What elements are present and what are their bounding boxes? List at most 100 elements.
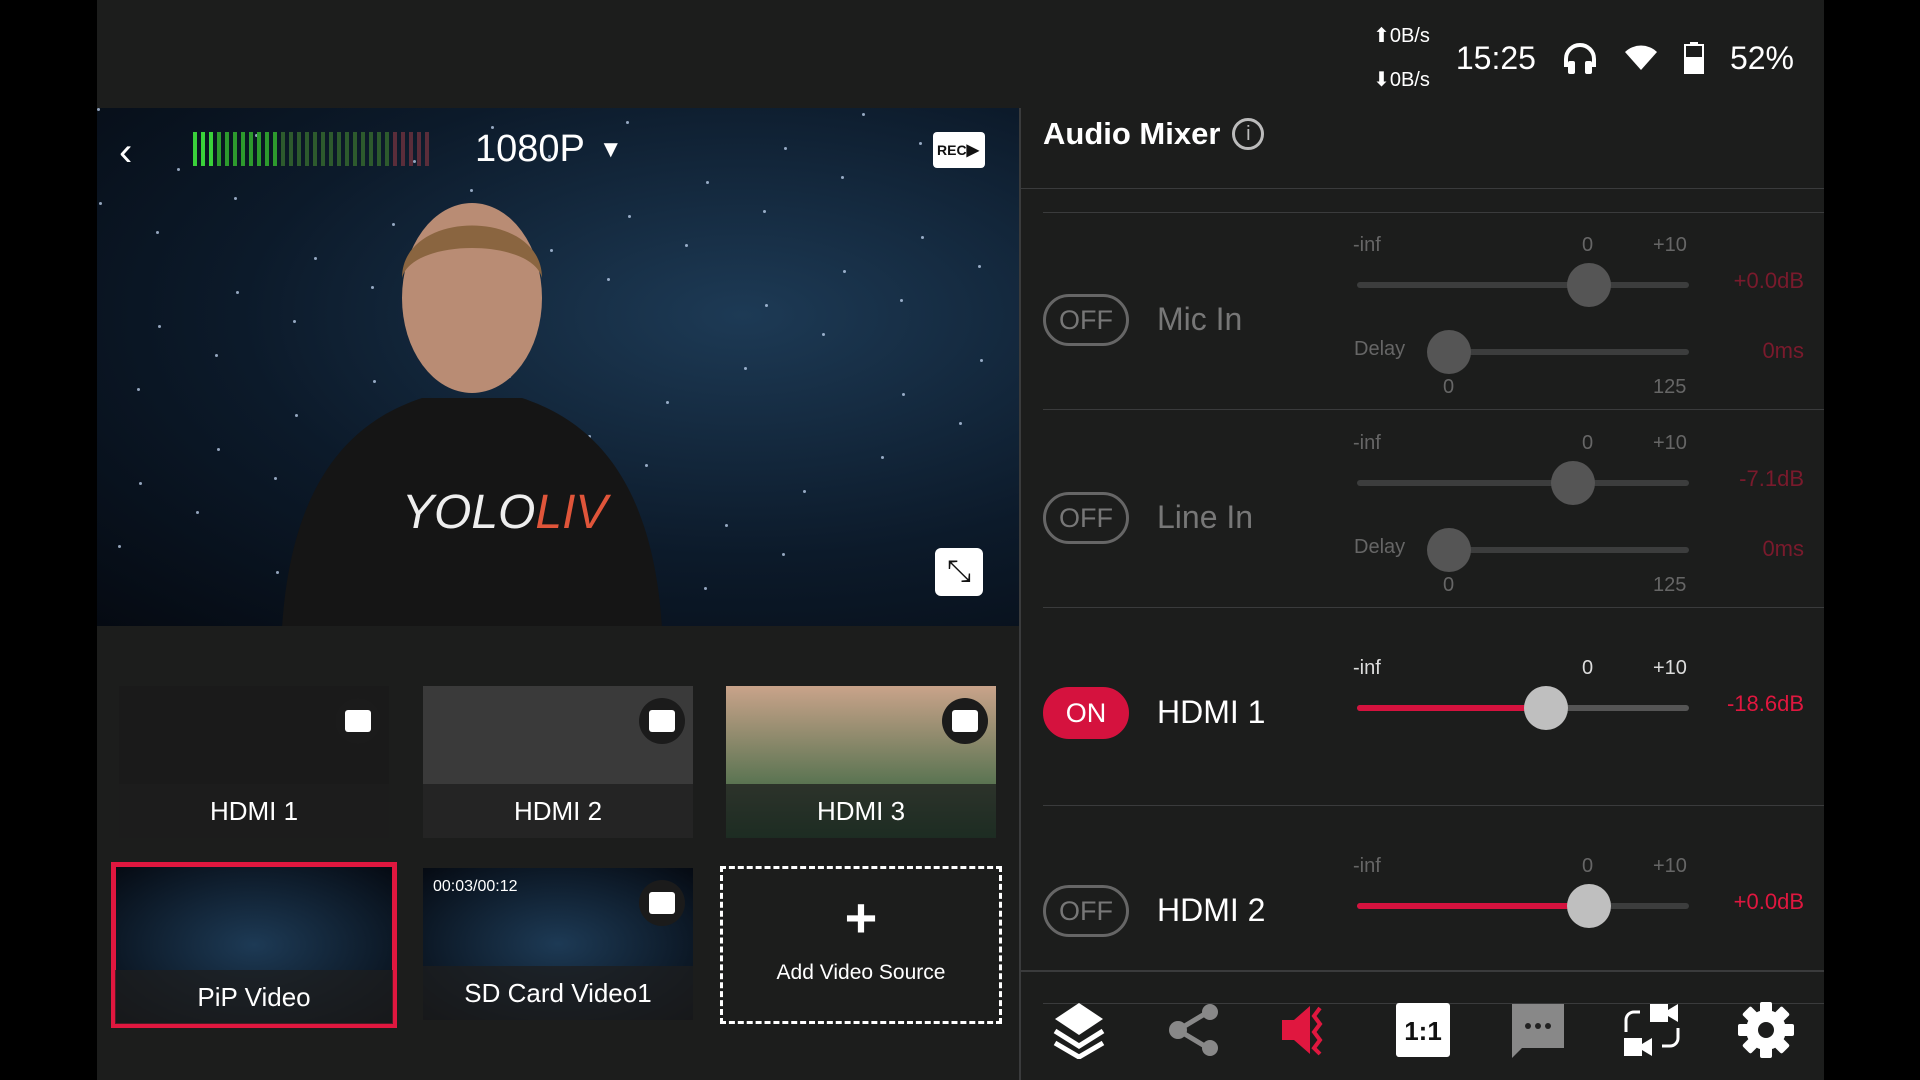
share-icon (1169, 1004, 1218, 1056)
star (765, 304, 768, 307)
meter-bar (233, 132, 237, 166)
gain-fill (1357, 903, 1590, 909)
delay-knob[interactable] (1427, 330, 1471, 374)
gain-knob[interactable] (1567, 884, 1612, 928)
svg-text:YOLOLIV: YOLOLIV (402, 486, 611, 539)
battery-percent: 52% (1729, 39, 1794, 76)
gain-slider[interactable] (1357, 461, 1689, 505)
channel-toggle[interactable]: OFF (1043, 294, 1129, 346)
gain-value: -18.6dB (1726, 691, 1804, 716)
delay-value: 0ms (1762, 536, 1804, 561)
meter-bar (209, 132, 213, 166)
panel-title: Audio Mixer i (1043, 116, 1265, 152)
meter-bar (297, 132, 301, 166)
settings-button[interactable] (1736, 1000, 1796, 1060)
scale-mid: 0 (1582, 855, 1594, 877)
scale-min: -inf (1353, 234, 1381, 256)
layers-icon (1053, 1003, 1105, 1059)
back-button[interactable]: ‹ (119, 130, 132, 175)
gain-slider[interactable] (1357, 884, 1689, 928)
gain-slider[interactable] (1357, 686, 1689, 730)
star (978, 265, 981, 268)
info-icon[interactable]: i (1232, 118, 1265, 150)
meter-bar (225, 132, 229, 166)
record-button[interactable]: REC ▶ (933, 132, 985, 168)
star (99, 202, 102, 205)
scale-max: +10 (1653, 657, 1687, 679)
gain-knob[interactable] (1550, 461, 1595, 505)
plus-icon: + (844, 886, 878, 949)
pip-assign-button[interactable] (639, 880, 685, 926)
meter-bar (353, 132, 357, 166)
star (881, 456, 884, 459)
bottom-toolbar: 1:1 (1021, 970, 1824, 1080)
star (900, 299, 903, 302)
scale-min: -inf (1353, 855, 1381, 877)
meter-bar (201, 132, 205, 166)
meter-bar (377, 132, 381, 166)
resolution-dropdown[interactable]: 1080P ▼ (475, 128, 623, 171)
delay-value: 0ms (1762, 338, 1804, 363)
source-sd-card-video1[interactable]: 00:03/00:12 SD Card Video1 (423, 868, 693, 1020)
aspect-ratio-button[interactable]: 1:1 (1393, 1000, 1453, 1060)
star (919, 142, 922, 145)
gain-value: +0.0dB (1733, 268, 1804, 293)
gain-knob[interactable] (1524, 686, 1569, 730)
star (118, 545, 121, 548)
pip-assign-button[interactable] (335, 698, 381, 744)
meter-bar (273, 132, 277, 166)
channel-name: HDMI 2 (1157, 892, 1266, 928)
source-hdmi-1[interactable]: HDMI 1 (119, 686, 389, 838)
meter-bar (417, 132, 421, 166)
meter-bar (329, 132, 333, 166)
meter-bar (401, 132, 405, 166)
meter-bar (393, 132, 397, 166)
gain-value: -7.1dB (1739, 466, 1804, 491)
pip-assign-button[interactable] (639, 698, 685, 744)
add-video-source-button[interactable]: + Add Video Source (720, 866, 1002, 1024)
star (177, 168, 180, 171)
delay-knob[interactable] (1427, 528, 1471, 572)
layers-button[interactable] (1049, 1000, 1109, 1060)
meter-bar (369, 132, 373, 166)
switch-camera-button[interactable] (1622, 1000, 1682, 1060)
delay-slider[interactable] (1427, 330, 1689, 374)
star (959, 422, 962, 425)
source-pip-video[interactable]: PiP Video (111, 862, 397, 1028)
delay-label: Delay (1354, 338, 1406, 360)
switch-camera-icon (1624, 1004, 1680, 1056)
audio-mixer-button[interactable] (1278, 1000, 1338, 1060)
comments-button[interactable] (1508, 1000, 1568, 1060)
star (921, 236, 924, 239)
channel-row: OFF Line In -inf 0 +10 -7.1dB Delay 0 125… (1043, 410, 1824, 608)
delay-min: 0 (1443, 574, 1455, 596)
star (626, 121, 629, 124)
source-hdmi-2[interactable]: HDMI 2 (423, 686, 693, 838)
star (706, 181, 709, 184)
timecode: 00:03/00:12 (433, 878, 518, 895)
gain-knob[interactable] (1567, 263, 1612, 307)
star (841, 176, 844, 179)
person-icon (952, 710, 978, 732)
star (862, 113, 865, 116)
meter-bar (385, 132, 389, 166)
delay-min: 0 (1443, 376, 1455, 398)
video-preview[interactable]: YOLOLIV ‹ 1080P ▼ REC ▶ ⤡ (97, 108, 1019, 626)
star (274, 477, 277, 480)
star (156, 231, 159, 234)
channel-toggle[interactable]: OFF (1043, 885, 1129, 937)
channel-name: HDMI 1 (1157, 694, 1266, 730)
star (215, 354, 218, 357)
gain-slider[interactable] (1357, 263, 1689, 307)
scale-min: -inf (1353, 657, 1381, 679)
source-hdmi-3[interactable]: HDMI 3 (726, 686, 996, 838)
fullscreen-button[interactable]: ⤡ (935, 548, 983, 596)
meter-bar (217, 132, 221, 166)
channel-toggle[interactable]: OFF (1043, 492, 1129, 544)
meter-bar (265, 132, 269, 166)
channel-toggle[interactable]: ON (1043, 687, 1129, 739)
pip-assign-button[interactable] (942, 698, 988, 744)
delay-slider[interactable] (1427, 528, 1689, 572)
share-button[interactable] (1164, 1000, 1224, 1060)
meter-bar (241, 132, 245, 166)
